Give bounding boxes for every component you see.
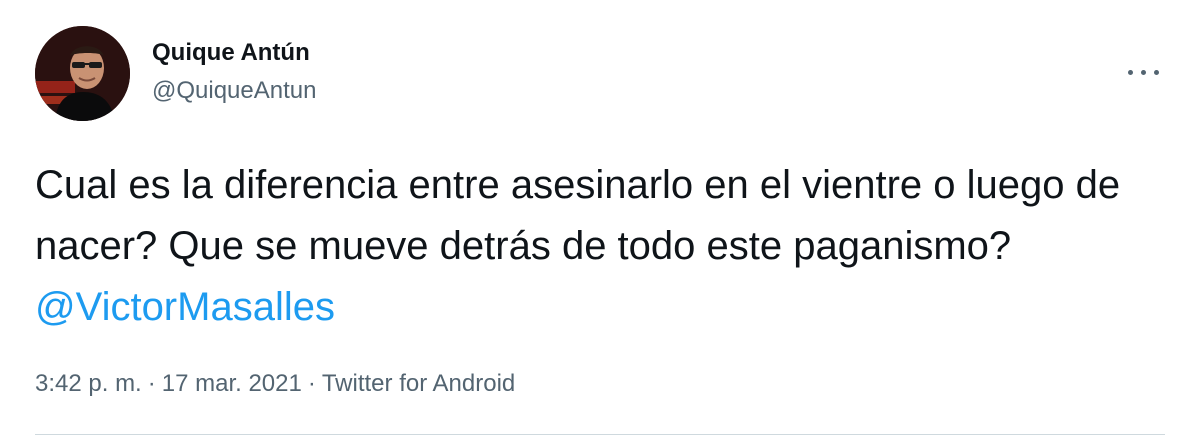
tweet-meta: 3:42 p. m. · 17 mar. 2021 · Twitter for Andr… [35,368,515,400]
tweet-source[interactable]: Twitter for Android [322,370,515,397]
tweet-time[interactable]: 3:42 p. m. [35,370,142,397]
more-horizontal-icon-dot [1154,70,1159,75]
author-info[interactable]: Quique Antún @QuiqueAntun [152,38,316,106]
tweet-body: Cual es la diferencia entre asesinarlo e… [35,163,1121,268]
more-horizontal-icon-dot [1141,70,1146,75]
author-handle[interactable]: @QuiqueAntun [152,76,316,106]
tweet-date[interactable]: 17 mar. 2021 [162,370,302,397]
avatar[interactable] [35,26,130,121]
more-horizontal-icon [1128,70,1133,75]
meta-separator: · [147,370,156,397]
tweet-text: Cual es la diferencia entre asesinarlo e… [35,155,1155,338]
profile-photo [35,26,130,121]
more-options-button[interactable] [1124,56,1164,86]
divider [35,434,1165,435]
mention-link[interactable]: @VictorMasalles [35,285,335,329]
meta-separator: · [307,370,316,397]
author-display-name[interactable]: Quique Antún [152,38,316,68]
